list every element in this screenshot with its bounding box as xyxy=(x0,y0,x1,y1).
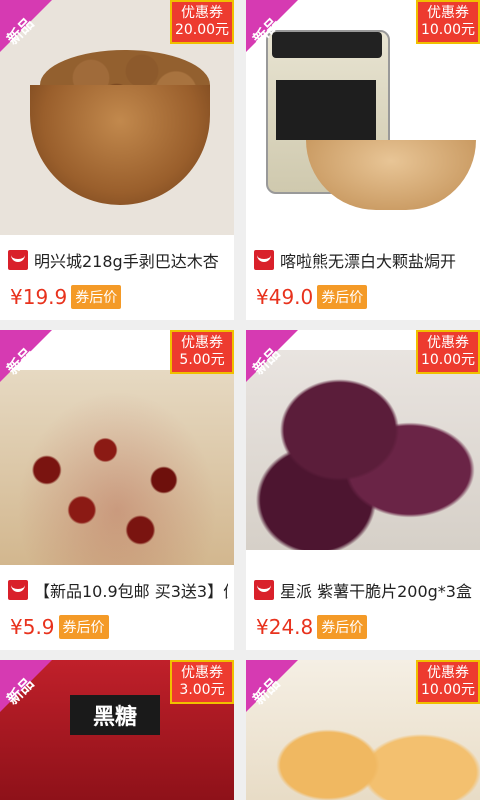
coupon-label: 优惠券 xyxy=(427,335,469,351)
coupon-badge: 优惠券 10.00元 xyxy=(416,330,480,374)
coupon-badge: 优惠券 3.00元 xyxy=(170,660,234,704)
product-title[interactable]: 【新品10.9包邮 买3送3】优 xyxy=(34,578,228,602)
product-title-row[interactable]: 明兴城218g手剥巴达木杏 xyxy=(8,246,228,274)
product-title[interactable]: 喀啦熊无漂白大颗盐焗开 xyxy=(280,248,456,272)
coupon-badge: 优惠券 10.00元 xyxy=(416,0,480,44)
after-coupon-label: 券后价 xyxy=(58,615,109,639)
coupon-label: 优惠券 xyxy=(181,5,223,21)
price: ¥49.0 xyxy=(256,285,314,309)
shop-icon xyxy=(254,580,274,600)
coupon-label: 优惠券 xyxy=(181,335,223,351)
coupon-label: 优惠券 xyxy=(427,5,469,21)
coupon-badge: 优惠券 20.00元 xyxy=(170,0,234,44)
coupon-value: 5.00元 xyxy=(179,352,225,368)
price-row: ¥5.9 券后价 xyxy=(10,612,109,642)
product-card[interactable]: 新品 优惠券 5.00元 【新品10.9包邮 买3送3】优 ¥5.9 券后价 xyxy=(0,330,234,650)
product-image-text: 黑糖 xyxy=(70,695,160,735)
coupon-label: 优惠券 xyxy=(181,665,223,681)
product-title[interactable]: 明兴城218g手剥巴达木杏 xyxy=(34,248,219,272)
after-coupon-label: 券后价 xyxy=(317,285,368,309)
price-row: ¥24.8 券后价 xyxy=(256,612,368,642)
product-card[interactable]: 新品 优惠券 10.00元 星派 紫薯干脆片200g*3盒 ¥24.8 券后价 xyxy=(246,330,480,650)
coupon-label: 优惠券 xyxy=(427,665,469,681)
price: ¥19.9 xyxy=(10,285,68,309)
product-title-row[interactable]: 星派 紫薯干脆片200g*3盒 xyxy=(254,576,474,604)
product-grid: 新品 优惠券 20.00元 明兴城218g手剥巴达木杏 ¥19.9 券后价 新品… xyxy=(0,0,480,800)
coupon-value: 3.00元 xyxy=(179,682,225,698)
price: ¥5.9 xyxy=(10,615,55,639)
product-title-row[interactable]: 【新品10.9包邮 买3送3】优 xyxy=(8,576,228,604)
product-card[interactable]: 新品 优惠券 10.00元 xyxy=(246,660,480,800)
coupon-badge: 优惠券 5.00元 xyxy=(170,330,234,374)
coupon-badge: 优惠券 10.00元 xyxy=(416,660,480,704)
product-card[interactable]: 新品 优惠券 20.00元 明兴城218g手剥巴达木杏 ¥19.9 券后价 xyxy=(0,0,234,320)
product-card[interactable]: 黑糖 新品 优惠券 3.00元 xyxy=(0,660,234,800)
price: ¥24.8 xyxy=(256,615,314,639)
after-coupon-label: 券后价 xyxy=(317,615,368,639)
product-title[interactable]: 星派 紫薯干脆片200g*3盒 xyxy=(280,578,472,602)
price-row: ¥19.9 券后价 xyxy=(10,282,122,312)
coupon-value: 10.00元 xyxy=(420,352,476,368)
coupon-value: 20.00元 xyxy=(174,22,230,38)
shop-icon xyxy=(254,250,274,270)
price-row: ¥49.0 券后价 xyxy=(256,282,368,312)
product-card[interactable]: 新品 优惠券 10.00元 喀啦熊无漂白大颗盐焗开 ¥49.0 券后价 xyxy=(246,0,480,320)
coupon-value: 10.00元 xyxy=(420,22,476,38)
coupon-value: 10.00元 xyxy=(420,682,476,698)
shop-icon xyxy=(8,580,28,600)
after-coupon-label: 券后价 xyxy=(71,285,122,309)
shop-icon xyxy=(8,250,28,270)
product-title-row[interactable]: 喀啦熊无漂白大颗盐焗开 xyxy=(254,246,474,274)
